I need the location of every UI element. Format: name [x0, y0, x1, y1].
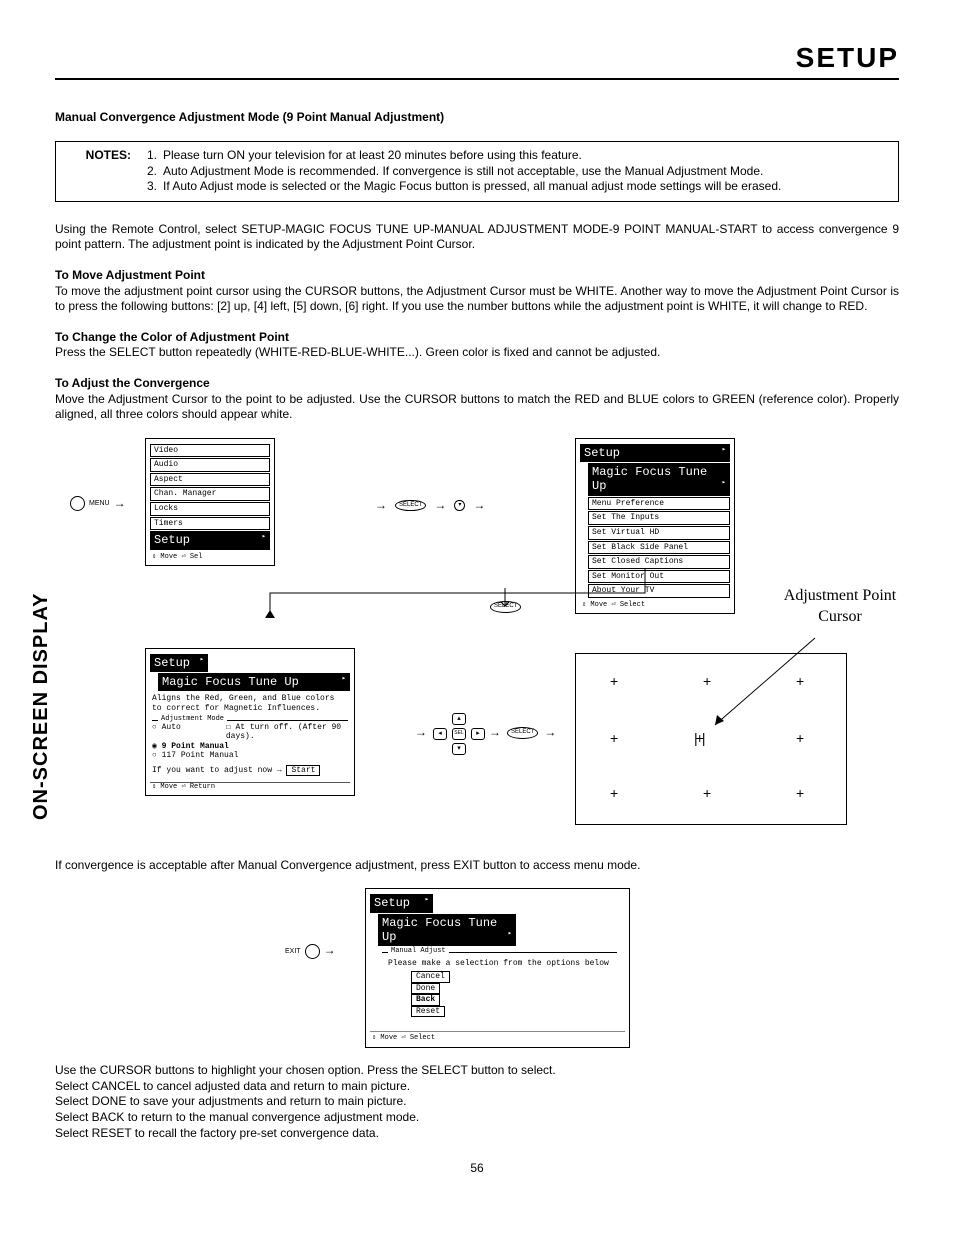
color-paragraph: Press the SELECT button repeatedly (WHIT… [55, 345, 899, 361]
adjustment-cross: + [610, 784, 618, 802]
page-header: SETUP [55, 40, 899, 80]
osd-title: Setup [370, 894, 433, 912]
group-label: Manual Adjust [388, 947, 449, 955]
adjustment-cross: + [796, 784, 804, 802]
closing-line: Select BACK to return to the manual conv… [55, 1110, 899, 1126]
osd-title: Setup [580, 444, 730, 462]
opt-reset: Reset [411, 1006, 445, 1018]
opt-done: Done [411, 983, 440, 995]
osd-manual-adjust: Setup Magic Focus Tune Up Manual Adjust … [365, 888, 630, 1048]
closing-line: Select DONE to save your adjustments and… [55, 1094, 899, 1110]
flow-arrow [265, 538, 765, 618]
arrow-icon: → [544, 725, 556, 741]
group-label: Adjustment Mode [158, 715, 227, 723]
menu-item-highlighted: Setup [150, 531, 270, 549]
osd-magic-focus: Setup Magic Focus Tune Up Aligns the Red… [145, 648, 355, 796]
move-paragraph: To move the adjustment point cursor usin… [55, 284, 899, 315]
notes-box: NOTES: 1. Please turn ON your television… [55, 141, 899, 202]
adjustment-cross: + [610, 672, 618, 690]
diagram-row-3: EXIT → Setup Magic Focus Tune Up Manual … [55, 888, 899, 1048]
menu-item: Set The Inputs [588, 511, 730, 525]
menu-item: Audio [150, 458, 270, 472]
menu-item: Locks [150, 502, 270, 516]
arrow-icon: → [415, 725, 427, 741]
adjustment-cross: + [703, 784, 711, 802]
diagram-row-2: Setup Magic Focus Tune Up Aligns the Red… [55, 648, 899, 848]
select-button-icon: SELECT [395, 500, 426, 512]
down-button-icon: ▾ [454, 500, 465, 512]
intro-paragraph: Using the Remote Control, select SETUP-M… [55, 222, 899, 253]
opt-auto-note: At turn off. (After 90 days). [226, 723, 341, 742]
adj-label-line2: Cursor [750, 607, 930, 628]
move-heading: To Move Adjustment Point [55, 268, 205, 282]
adj-label-line1: Adjustment Point [750, 586, 930, 607]
adjustment-point-label: Adjustment Point Cursor [750, 586, 930, 628]
prompt-text: Please make a selection from the options… [386, 957, 613, 971]
menu-button-icon [70, 496, 85, 511]
select-button-icon: SELECT [507, 727, 538, 739]
note-text: If Auto Adjust mode is selected or the M… [163, 179, 781, 195]
section-title: Manual Convergence Adjustment Mode (9 Po… [55, 110, 899, 126]
osd-footer: ⇕ Move ⏎ Return [150, 782, 350, 791]
diagram-row-1: MENU → Video Audio Aspect Chan. Manager … [55, 438, 899, 638]
arrow-icon: → [324, 943, 336, 959]
arrow-icon: → [473, 498, 485, 514]
opt-117: 117 Point Manual [162, 751, 239, 760]
osd-main-menu: Video Audio Aspect Chan. Manager Locks T… [145, 438, 275, 566]
osd-subtitle: Magic Focus Tune Up [158, 673, 350, 691]
menu-item: Video [150, 444, 270, 458]
menu-item: Aspect [150, 473, 270, 487]
note-number: 3. [137, 179, 163, 195]
osd-footer: ⇕ Move ⏎ Select [370, 1031, 625, 1042]
note-text: Please turn ON your television for at le… [163, 148, 582, 164]
arrow-icon: → [489, 725, 501, 741]
after-convergence-text: If convergence is acceptable after Manua… [55, 858, 899, 874]
closing-line: Select RESET to recall the factory pre-s… [55, 1126, 899, 1142]
page-number: 56 [55, 1161, 899, 1177]
osd-subtitle: Magic Focus Tune Up [378, 914, 516, 947]
adjust-paragraph: Move the Adjustment Cursor to the point … [55, 392, 899, 423]
exit-button-icon [305, 944, 320, 959]
note-text: Auto Adjustment Mode is recommended. If … [163, 164, 763, 180]
closing-line: Use the CURSOR buttons to highlight your… [55, 1063, 899, 1079]
note-number: 2. [137, 164, 163, 180]
menu-label: MENU [89, 499, 110, 508]
menu-item-highlighted: Magic Focus Tune Up [588, 463, 730, 496]
arrow-icon: → [375, 498, 387, 514]
osd-footer: ⇕ Move ⏎ Sel [150, 553, 270, 561]
start-button: Start [286, 765, 320, 776]
menu-item: Menu Preference [588, 497, 730, 511]
closing-line: Select CANCEL to cancel adjusted data an… [55, 1079, 899, 1095]
start-line: If you want to adjust now [152, 766, 272, 775]
note-number: 1. [137, 148, 163, 164]
pointer-arrow [695, 633, 875, 733]
adjustment-cross: + [610, 729, 618, 747]
adjust-heading: To Adjust the Convergence [55, 376, 210, 390]
color-heading: To Change the Color of Adjustment Point [55, 330, 289, 344]
osd-title: Setup [150, 654, 208, 672]
exit-label: EXIT [285, 947, 301, 956]
arrow-icon: → [114, 496, 126, 512]
dpad-icon: ▴ ◂ SEL ▸ ▾ [433, 713, 483, 753]
arrow-icon: → [434, 498, 446, 514]
opt-auto: Auto [162, 723, 181, 732]
osd-description: Aligns the Red, Green, and Blue colors t… [150, 692, 350, 715]
menu-item: Timers [150, 517, 270, 531]
menu-item: Chan. Manager [150, 487, 270, 501]
opt-nine: 9 Point Manual [162, 742, 229, 751]
opt-back-highlighted: Back [411, 994, 440, 1006]
opt-cancel: Cancel [411, 971, 450, 983]
side-tab: ON-SCREEN DISPLAY [28, 593, 54, 820]
notes-label: NOTES: [66, 148, 137, 164]
